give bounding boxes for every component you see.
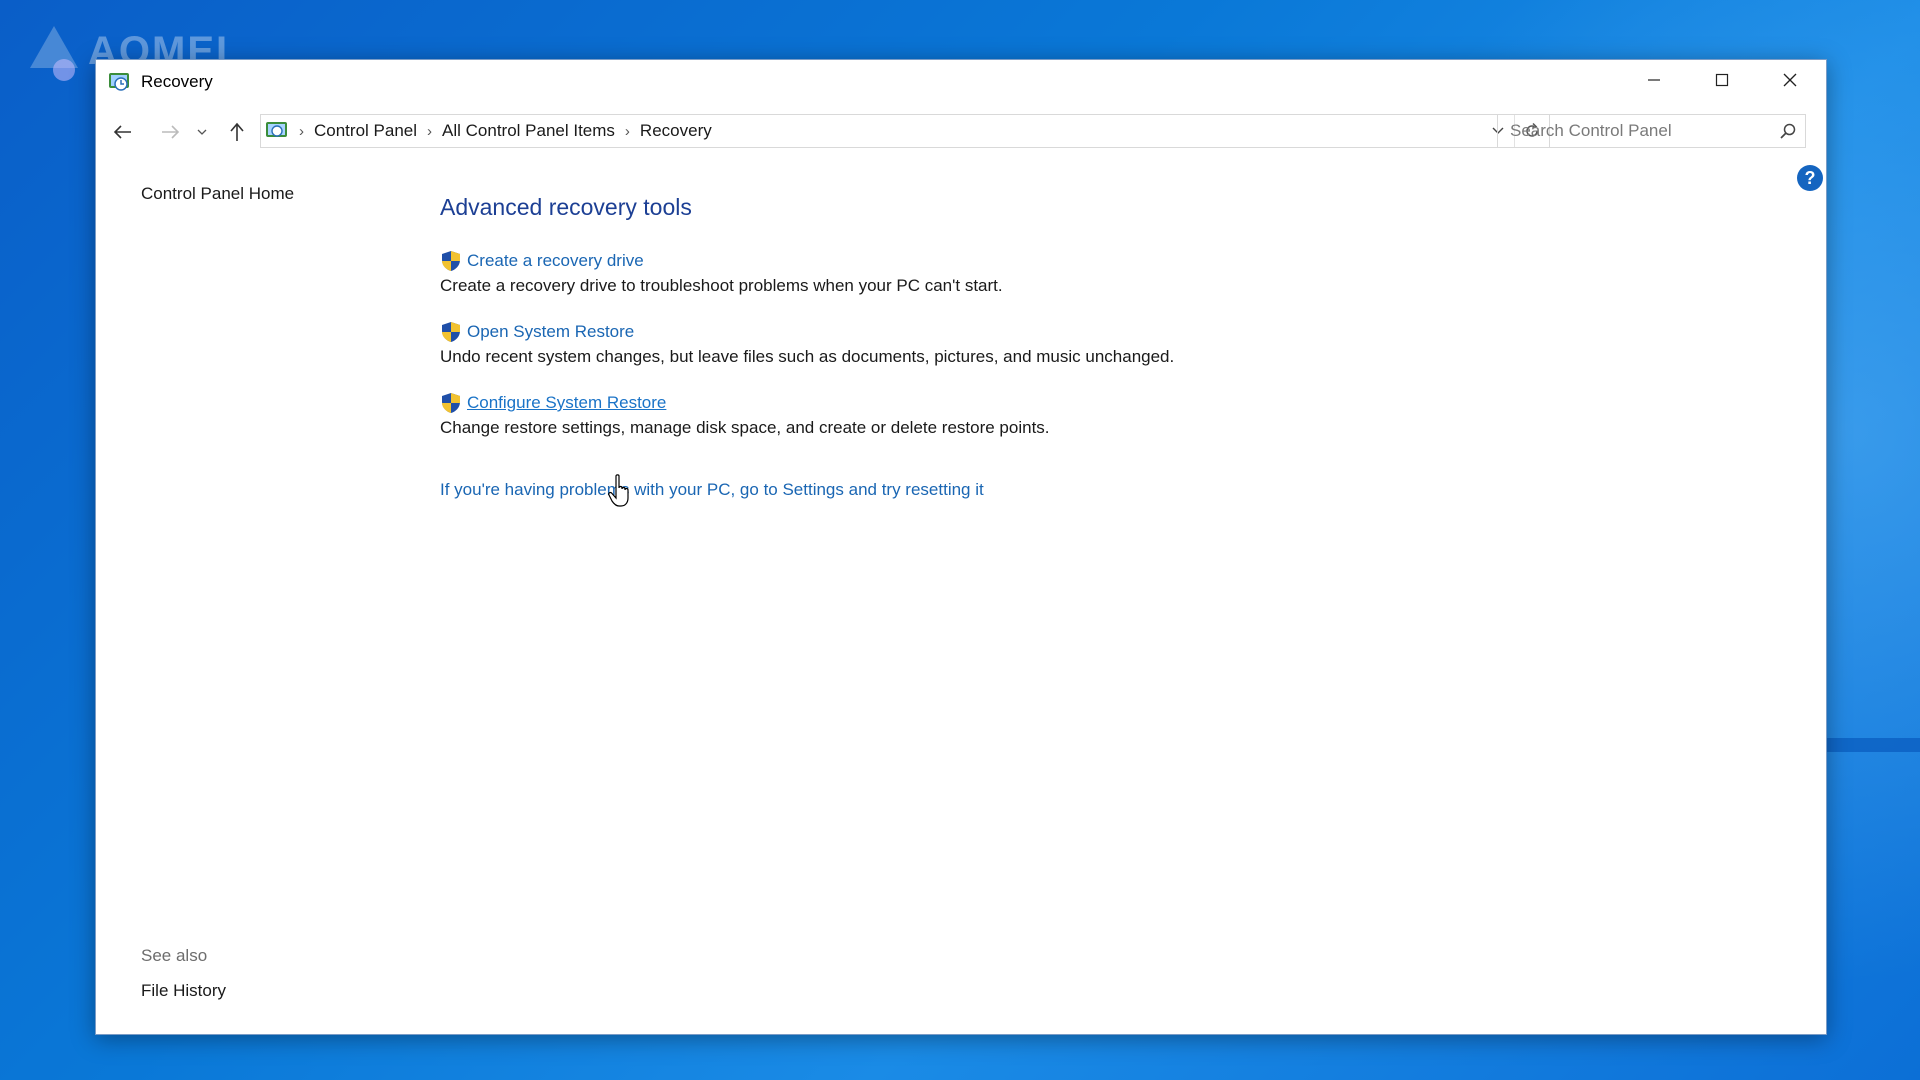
tool-open-system-restore: Open System Restore Undo recent system c… <box>440 321 1174 367</box>
open-system-restore-link-row[interactable]: Open System Restore <box>440 321 1174 343</box>
page-title: Advanced recovery tools <box>440 194 692 220</box>
open-system-restore-link[interactable]: Open System Restore <box>467 322 634 342</box>
configure-system-restore-link-row[interactable]: Configure System Restore <box>440 392 1050 414</box>
configure-system-restore-description: Change restore settings, manage disk spa… <box>440 418 1050 437</box>
close-icon <box>1783 73 1797 87</box>
breadcrumb-separator-icon[interactable]: › <box>299 123 304 140</box>
watermark-mark-icon <box>20 26 80 81</box>
hand-cursor-icon <box>608 474 629 507</box>
breadcrumb-recovery[interactable]: Recovery <box>640 121 712 141</box>
up-button[interactable] <box>222 118 252 146</box>
uac-shield-icon <box>442 251 460 271</box>
search-icon[interactable] <box>1771 115 1805 147</box>
window-title: Recovery <box>141 72 213 91</box>
minimize-button[interactable] <box>1620 60 1688 100</box>
create-recovery-drive-link[interactable]: Create a recovery drive <box>467 251 644 271</box>
breadcrumb-all-items[interactable]: All Control Panel Items <box>442 121 615 141</box>
control-panel-home-link[interactable]: Control Panel Home <box>141 184 294 204</box>
search-box[interactable] <box>1497 114 1806 148</box>
control-panel-icon <box>266 122 287 137</box>
back-button[interactable] <box>108 118 138 146</box>
recent-locations-button[interactable] <box>192 118 212 146</box>
uac-shield-icon <box>442 322 460 342</box>
recovery-app-icon <box>109 73 129 91</box>
close-button[interactable] <box>1756 60 1824 100</box>
breadcrumb-separator-icon[interactable]: › <box>625 123 630 140</box>
maximize-button[interactable] <box>1688 60 1756 100</box>
open-system-restore-description: Undo recent system changes, but leave fi… <box>440 347 1175 366</box>
desktop-wallpaper-stripe <box>1820 738 1920 752</box>
create-recovery-drive-link-row[interactable]: Create a recovery drive <box>440 250 1003 272</box>
breadcrumb-control-panel[interactable]: Control Panel <box>314 121 417 141</box>
maximize-icon <box>1715 73 1729 87</box>
breadcrumb-separator-icon[interactable]: › <box>427 123 432 140</box>
chevron-down-icon <box>197 129 207 135</box>
magnifier-icon <box>1780 123 1796 139</box>
see-also-label: See also <box>141 946 208 965</box>
configure-system-restore-link[interactable]: Configure System Restore <box>467 393 666 413</box>
back-arrow-icon <box>113 125 131 139</box>
create-recovery-drive-description: Create a recovery drive to troubleshoot … <box>440 276 1003 295</box>
navigation-bar: › Control Panel › All Control Panel Item… <box>96 114 1826 150</box>
forward-arrow-icon <box>162 125 180 139</box>
address-bar[interactable]: › Control Panel › All Control Panel Item… <box>260 114 1550 148</box>
forward-button[interactable] <box>155 118 185 146</box>
minimize-icon <box>1648 79 1660 81</box>
reset-pc-link[interactable]: If you're having problems with your PC, … <box>440 480 984 500</box>
up-arrow-icon <box>230 122 244 141</box>
uac-shield-icon <box>442 393 460 413</box>
title-bar[interactable]: Recovery <box>96 60 1826 100</box>
search-input[interactable] <box>1498 120 1771 142</box>
tool-create-recovery-drive: Create a recovery drive Create a recover… <box>440 250 1003 296</box>
help-icon[interactable]: ? <box>1797 165 1823 191</box>
tool-configure-system-restore: Configure System Restore Change restore … <box>440 392 1050 438</box>
recovery-window: Recovery › Control Panel › All Control P… <box>95 59 1827 1035</box>
file-history-link[interactable]: File History <box>141 981 226 1001</box>
